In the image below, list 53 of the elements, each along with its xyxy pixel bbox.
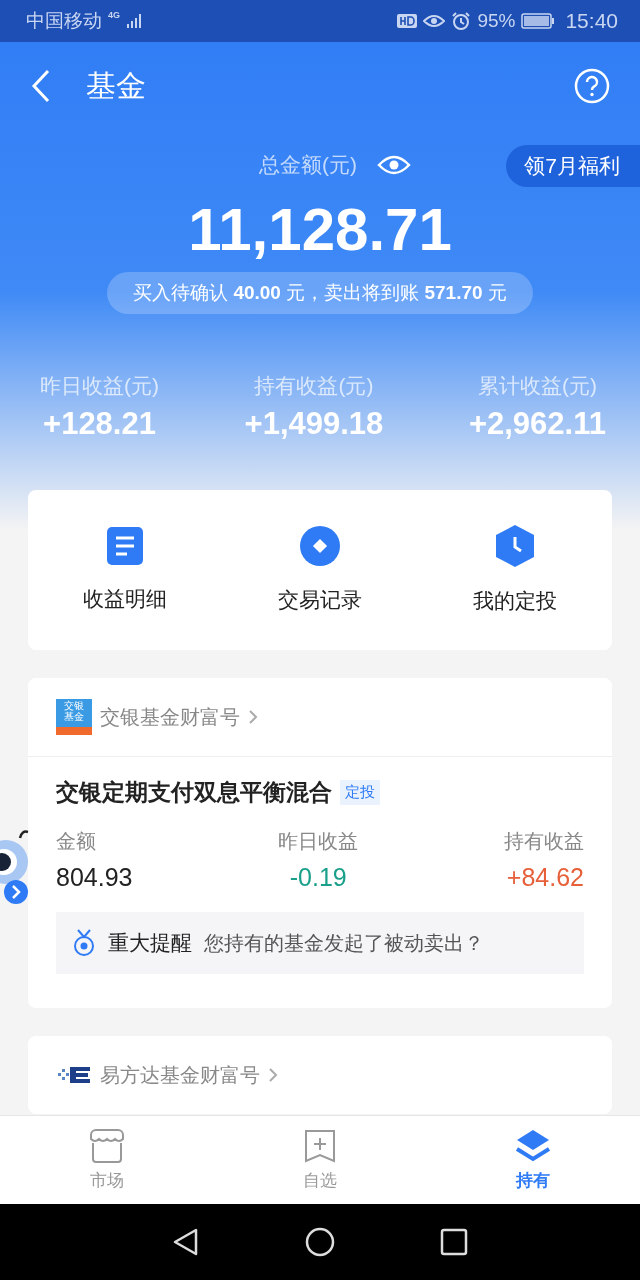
carrier-name: 中国移动 (26, 9, 102, 33)
hd-icon (397, 13, 418, 29)
shortcut-button[interactable]: 我的定投 (462, 519, 567, 621)
notice-banner[interactable]: 重大提醒 您持有的基金发起了被动卖出？ (56, 912, 584, 974)
battery-icon (521, 13, 556, 29)
eye-icon[interactable] (377, 153, 411, 177)
battery-level: 95% (477, 10, 516, 32)
shortcut-button[interactable]: 交易记录 (268, 520, 372, 620)
column-value: +84.62 (506, 863, 584, 892)
stat-label: 昨日收益(元) (40, 373, 159, 399)
stat-label: 累计收益(元) (477, 373, 597, 399)
clock-icon (495, 525, 534, 567)
company-logo: 交银 基金 (56, 699, 92, 735)
help-icon[interactable] (574, 68, 610, 104)
company-link[interactable]: 交银基金财富号 (100, 703, 240, 731)
company-logo (56, 1065, 92, 1085)
bookmark-plus-icon (304, 1128, 336, 1163)
column-label: 昨日收益 (278, 829, 359, 854)
document-icon (107, 527, 144, 565)
chevron-icon (268, 1067, 278, 1083)
medal-icon (72, 929, 96, 957)
stat-value: +2,962.11 (468, 406, 606, 442)
layers-icon (516, 1128, 551, 1163)
column-value: -0.19 (289, 863, 347, 892)
stat-value: +1,499.18 (244, 406, 384, 442)
column-label: 持有收益 (504, 829, 584, 854)
home-icon[interactable] (305, 1227, 335, 1257)
total-amount: 11,128.71 (188, 200, 452, 260)
chevron-icon (248, 709, 258, 725)
column-label: 金额 (56, 829, 97, 854)
column-value: 804.93 (56, 863, 133, 892)
tab-button[interactable]: 市场 (46, 1116, 167, 1204)
clock-time: 15:40 (565, 9, 618, 33)
shortcut-button[interactable]: 收益明细 (73, 521, 178, 619)
tab-button[interactable]: 持有 (473, 1116, 594, 1204)
record-icon (300, 526, 340, 566)
notice-text: 您持有的基金发起了被动卖出？ (204, 930, 484, 956)
stat-value: +128.21 (43, 406, 156, 442)
company-link[interactable]: 易方达基金财富号 (100, 1061, 260, 1089)
eye-icon (423, 13, 446, 29)
total-amount-label: 总金额(元) (259, 152, 357, 178)
stat-label: 持有收益(元) (254, 373, 374, 399)
signal-icon (126, 13, 142, 29)
fund-tag: 定投 (340, 780, 380, 805)
recents-icon[interactable] (439, 1228, 468, 1256)
page-title: 基金 (86, 67, 147, 104)
network-type: 4G (108, 10, 120, 20)
promo-button[interactable]: 领7月福利 (506, 145, 640, 187)
alarm-icon (451, 11, 472, 31)
notice-title: 重大提醒 (108, 930, 192, 956)
tab-button[interactable]: 自选 (260, 1116, 380, 1204)
fund-name[interactable]: 交银定期支付双息平衡混合 (56, 777, 332, 808)
shop-icon (88, 1128, 125, 1163)
